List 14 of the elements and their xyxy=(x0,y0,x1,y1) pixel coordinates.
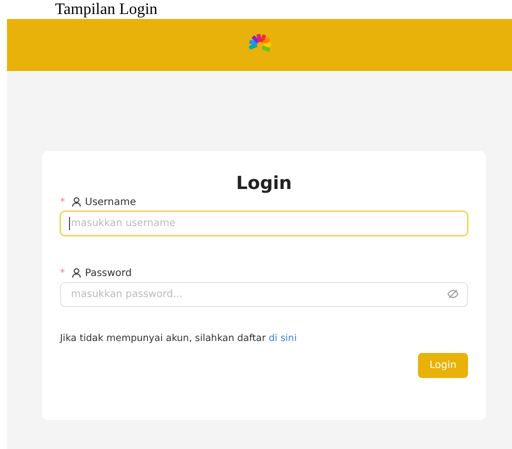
user-icon xyxy=(72,197,81,207)
register-hint: Jika tidak mempunyai akun, silahkan daftar di sini xyxy=(60,333,298,344)
username-field[interactable]: masukkan username xyxy=(60,211,468,236)
field-label: Password xyxy=(85,268,132,278)
password-field[interactable]: masukkan password... xyxy=(60,282,468,307)
required-mark: * xyxy=(60,268,65,278)
register-link[interactable]: di sini xyxy=(268,333,297,344)
login-title: Login xyxy=(236,173,292,195)
hidden-eye-icon[interactable] xyxy=(447,289,459,299)
user-icon xyxy=(72,268,81,278)
required-mark: * xyxy=(60,196,65,208)
field-label: Username xyxy=(85,196,136,208)
text-cursor xyxy=(69,217,70,230)
caption: Tampilan Login xyxy=(55,1,158,19)
